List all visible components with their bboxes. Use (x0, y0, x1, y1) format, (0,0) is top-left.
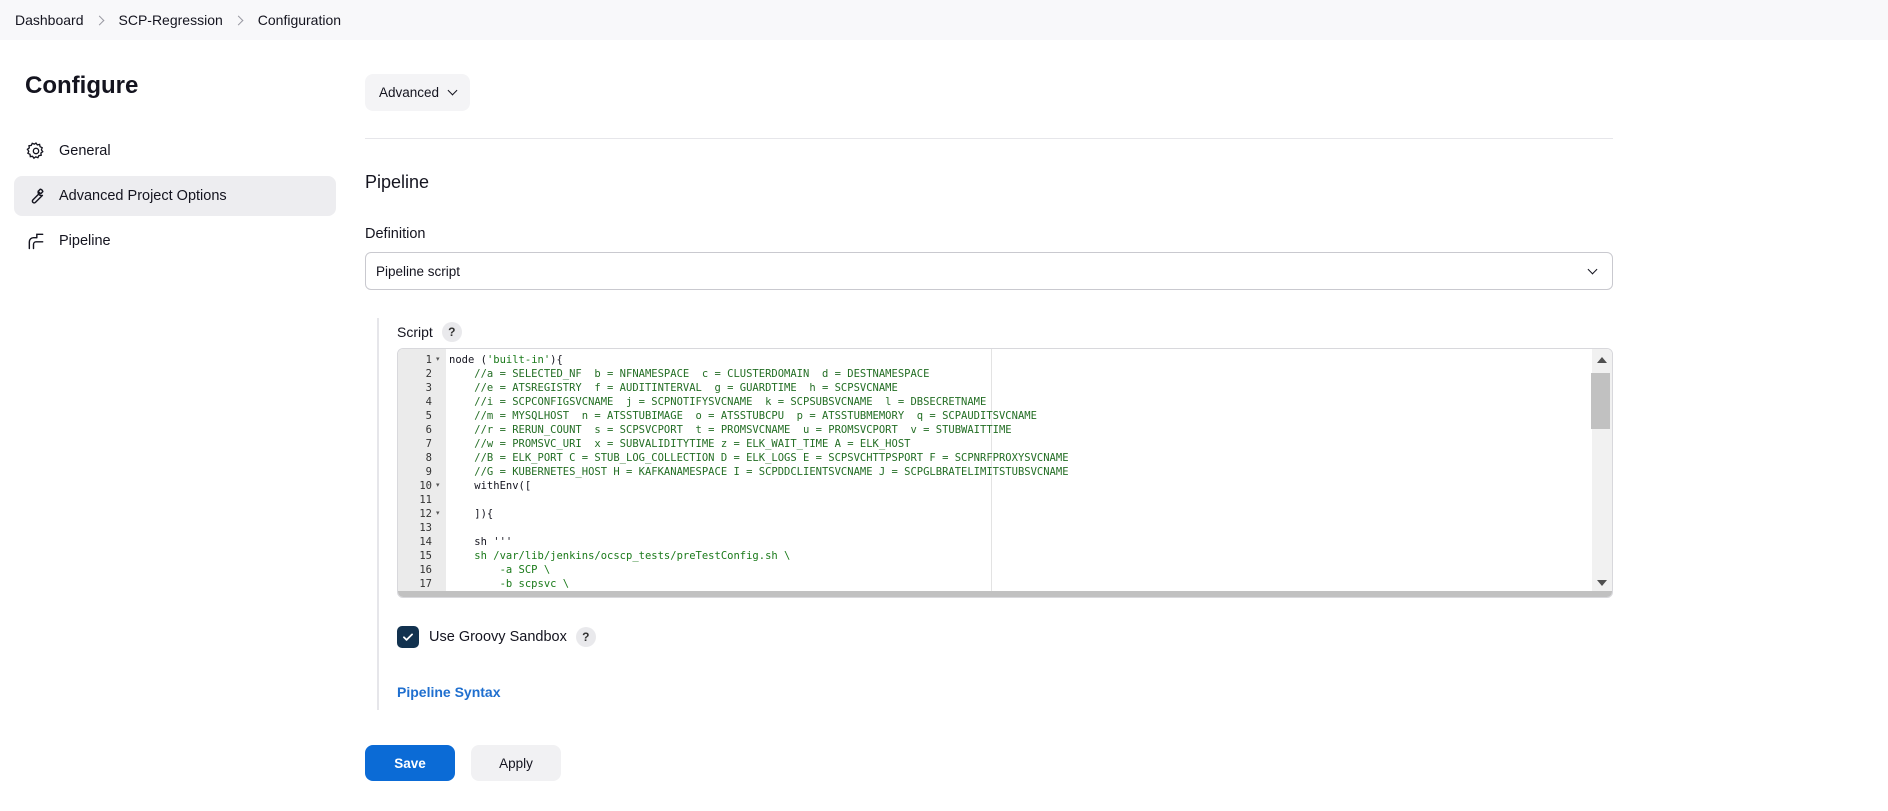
nested-indent-bar (377, 318, 379, 710)
line-number: 8 (425, 452, 432, 464)
line-number: 17 (419, 578, 432, 590)
code-line: ]){ (449, 508, 494, 520)
line-number: 3 (425, 382, 432, 394)
pipeline-syntax-link[interactable]: Pipeline Syntax (397, 684, 500, 700)
code-line: //e = ATSREGISTRY f = AUDITINTERVAL g = … (449, 382, 898, 394)
chevron-down-icon (447, 85, 458, 96)
script-label: Script ? (397, 322, 462, 342)
code-line: //r = RERUN_COUNT s = SCPSVCPORT t = PRO… (449, 424, 1012, 436)
sidebar-item-label: Advanced Project Options (59, 188, 227, 204)
scroll-up-arrow-icon[interactable] (1597, 357, 1607, 363)
chevron-right-icon (94, 15, 104, 25)
horizontal-scrollbar[interactable] (398, 591, 1612, 597)
wrench-icon (25, 185, 47, 207)
advanced-label: Advanced (379, 85, 440, 100)
groovy-sandbox-checkbox[interactable]: Use Groovy Sandbox ? (397, 626, 596, 648)
code-line: //G = KUBERNETES_HOST H = KAFKANAMESPACE… (449, 466, 1069, 478)
line-number: 14 (419, 536, 432, 548)
code-line: //a = SELECTED_NF b = NFNAMESPACE c = CL… (449, 368, 930, 380)
chevron-down-icon (1587, 264, 1598, 275)
fold-toggle-icon[interactable]: ▾ (436, 353, 440, 367)
save-button[interactable]: Save (365, 745, 455, 781)
code-line: node ('built-in'){ (449, 354, 563, 366)
line-number: 10 (419, 480, 432, 492)
line-number: 12 (419, 508, 432, 520)
sidebar-item-general[interactable]: General (14, 131, 336, 171)
code-line: withEnv([ (449, 480, 532, 492)
line-number: 13 (419, 522, 432, 534)
line-number: 6 (425, 424, 432, 436)
breadcrumb-scp-regression[interactable]: SCP-Regression (119, 12, 223, 28)
line-number: 15 (419, 550, 432, 562)
advanced-button[interactable]: Advanced (365, 74, 471, 111)
definition-value: Pipeline script (376, 263, 461, 279)
chevron-right-icon (233, 15, 244, 25)
scrollbar-thumb[interactable] (1591, 373, 1610, 429)
sidebar-title: Configure (25, 72, 139, 99)
breadcrumb: Dashboard SCP-Regression Configuration (0, 0, 1888, 40)
code-line: sh ''' (449, 536, 513, 548)
line-number: 9 (425, 466, 432, 478)
fold-toggle-icon[interactable]: ▾ (436, 479, 440, 493)
vertical-scrollbar[interactable] (1591, 349, 1612, 591)
sidebar-item-pipeline[interactable]: Pipeline (14, 221, 336, 261)
breadcrumb-dashboard[interactable]: Dashboard (15, 12, 84, 28)
help-icon[interactable]: ? (575, 627, 596, 647)
code-line: -b scpsvc \ (449, 578, 570, 590)
apply-button[interactable]: Apply (471, 745, 561, 781)
pipeline-icon (25, 230, 47, 252)
fold-toggle-icon[interactable]: ▾ (436, 507, 440, 521)
line-number: 1 (425, 354, 432, 366)
sidebar-item-advanced-project-options[interactable]: Advanced Project Options (14, 176, 336, 216)
line-number: 16 (419, 564, 432, 576)
code-line: //i = SCPCONFIGSVCNAME j = SCPNOTIFYSVCN… (449, 396, 987, 408)
line-number: 11 (419, 494, 432, 506)
code-line: sh /var/lib/jenkins/ocscp_tests/preTestC… (449, 550, 791, 562)
line-number: 5 (425, 410, 432, 422)
main-content: Advanced Pipeline Definition Pipeline sc… (365, 0, 1613, 811)
breadcrumb-configuration[interactable]: Configuration (258, 12, 341, 28)
checkbox-checked-icon[interactable] (397, 626, 419, 648)
section-divider (365, 138, 1613, 139)
editor-code-area[interactable]: node ('built-in'){ //a = SELECTED_NF b =… (446, 349, 1594, 591)
code-line: -a SCP \ (449, 564, 551, 576)
script-editor[interactable]: 1▾2345678910▾1112▾131415161718 node ('bu… (397, 348, 1613, 598)
scroll-down-arrow-icon[interactable] (1597, 580, 1607, 586)
line-number: 4 (425, 396, 432, 408)
definition-label: Definition (365, 226, 426, 242)
code-line: //w = PROMSVC_URI x = SUBVALIDITYTIME z … (449, 438, 911, 450)
sidebar-item-label: General (59, 143, 111, 159)
code-line: //m = MYSQLHOST n = ATSSTUBIMAGE o = ATS… (449, 410, 1037, 422)
line-number: 2 (425, 368, 432, 380)
help-icon[interactable]: ? (441, 322, 462, 342)
gear-icon (25, 140, 47, 162)
editor-gutter: 1▾2345678910▾1112▾131415161718 (398, 349, 446, 597)
code-line: //B = ELK_PORT C = STUB_LOG_COLLECTION D… (449, 452, 1069, 464)
definition-select[interactable]: Pipeline script (365, 252, 1613, 290)
sidebar-item-label: Pipeline (59, 233, 111, 249)
line-number: 7 (425, 438, 432, 450)
sandbox-label: Use Groovy Sandbox (429, 629, 567, 645)
script-label-text: Script (397, 324, 433, 340)
section-title: Pipeline (365, 172, 430, 192)
